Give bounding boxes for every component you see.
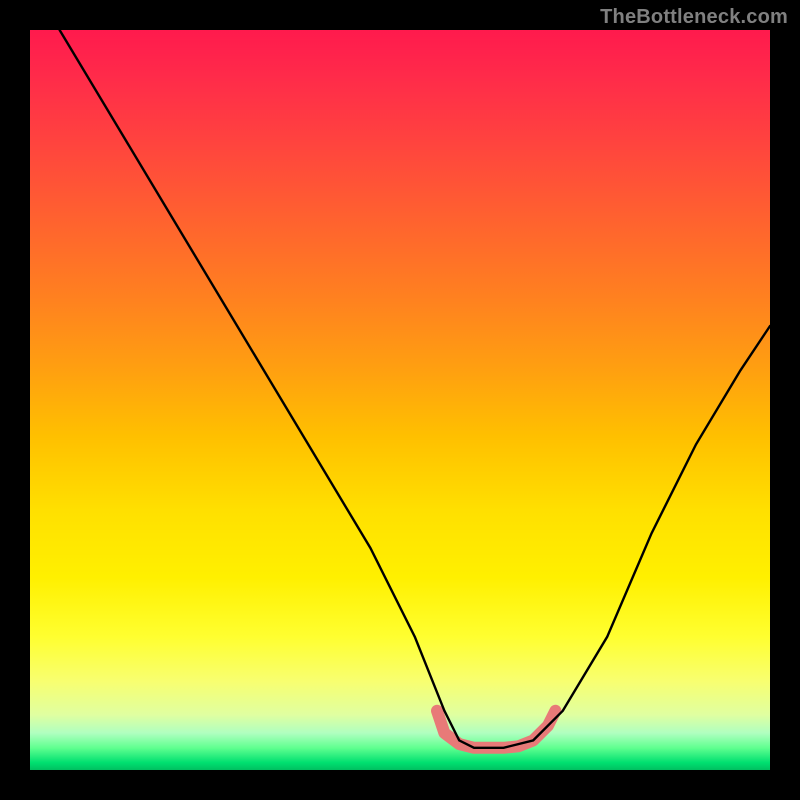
watermark-text: TheBottleneck.com xyxy=(600,6,788,29)
chart-container: TheBottleneck.com xyxy=(0,0,800,800)
chart-svg xyxy=(30,30,770,770)
plot-area xyxy=(30,30,770,770)
bottleneck-curve xyxy=(60,30,770,748)
